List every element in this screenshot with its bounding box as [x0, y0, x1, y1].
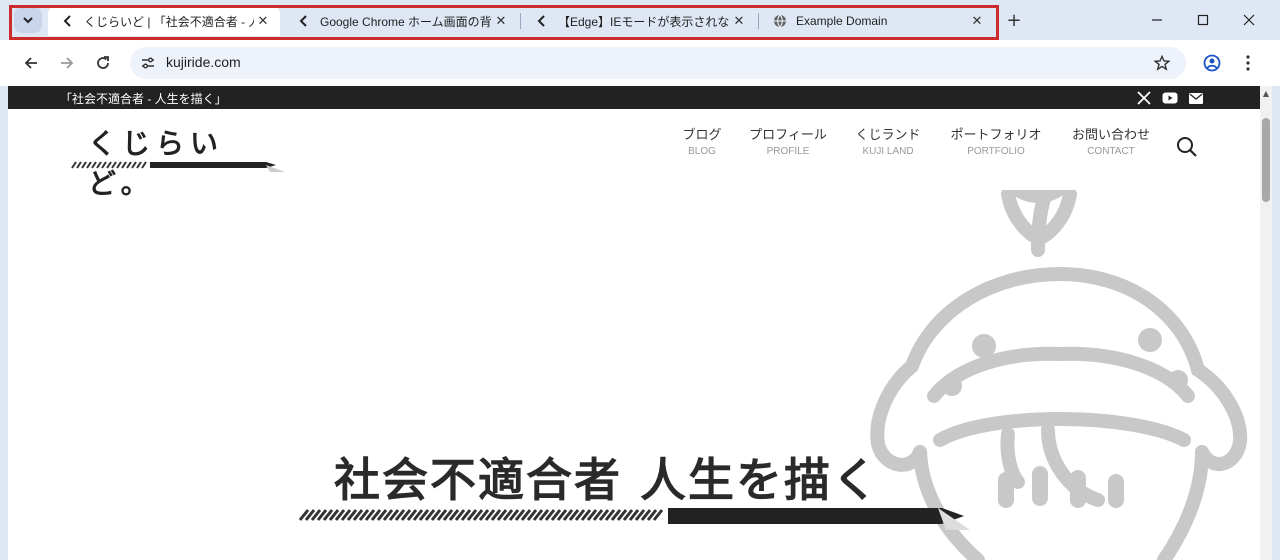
x-icon[interactable]	[1136, 90, 1152, 106]
new-tab-button[interactable]: +	[1004, 10, 1024, 31]
nav-label: プロフィール	[749, 128, 827, 143]
nav-sublabel: PORTFOLIO	[967, 146, 1025, 157]
nav-label: ポートフォリオ	[950, 128, 1042, 143]
arrow-left-icon	[24, 57, 37, 69]
maximize-button[interactable]	[1180, 8, 1226, 32]
tab-edge-ie-mode[interactable]: 【Edge】IEモードが表示されない・再起動 ✕	[522, 6, 756, 36]
site-logo[interactable]: くじらいど。	[70, 122, 290, 200]
close-icon[interactable]: ✕	[492, 12, 510, 30]
close-window-button[interactable]	[1226, 8, 1272, 32]
tab-separator	[520, 13, 521, 29]
scrollbar-thumb[interactable]	[1262, 118, 1270, 202]
tab-chrome-background[interactable]: Google Chrome ホーム画面の背景 ✕	[284, 6, 518, 36]
site-topbar: 「社会不適合者 - 人生を描く」	[8, 86, 1260, 109]
maximize-icon	[1197, 14, 1209, 26]
nav-item-contact[interactable]: お問い合わせ CONTACT	[1064, 124, 1158, 157]
chevron-left-icon	[60, 13, 76, 29]
youtube-icon[interactable]	[1162, 90, 1178, 106]
close-icon[interactable]: ✕	[254, 12, 272, 30]
chevron-left-icon	[296, 13, 312, 29]
chevron-left-icon	[534, 13, 550, 29]
reload-button[interactable]	[91, 51, 115, 75]
minimize-icon	[1152, 19, 1162, 21]
url-text[interactable]: kujiride.com	[166, 54, 241, 70]
nav-label: ブログ	[682, 128, 722, 143]
nav-sublabel: KUJI LAND	[862, 146, 914, 157]
back-button[interactable]	[19, 51, 43, 75]
nav-sublabel: PROFILE	[766, 146, 810, 157]
reload-icon	[97, 56, 109, 69]
site-search-button[interactable]	[1176, 136, 1200, 160]
globe-icon	[772, 13, 788, 29]
profile-icon	[1203, 54, 1221, 72]
tab-strip: くじらいど | 「社会不適合者 - 人生を描く」 ✕ Google Chrome…	[0, 0, 1280, 40]
menu-button[interactable]	[1236, 51, 1260, 75]
hero-section: 社会不適合者 人生を描く	[8, 190, 1260, 560]
scroll-up-icon[interactable]: ▲	[1262, 90, 1270, 98]
logo-underline	[71, 161, 285, 172]
arrow-right-icon	[61, 57, 74, 69]
hero-title: 社会不適合者 人生を描く	[334, 453, 881, 507]
nav-sublabel: CONTACT	[1087, 146, 1135, 157]
more-vert-icon	[1246, 55, 1250, 71]
nav-item-portfolio[interactable]: ポートフォリオ PORTFOLIO	[942, 124, 1050, 157]
nav-item-kuji-land[interactable]: くじランド KUJI LAND	[850, 124, 926, 157]
nav-sublabel: BLOG	[688, 146, 716, 157]
nav-label: くじランド	[855, 128, 921, 143]
forward-button[interactable]	[55, 51, 79, 75]
tab-example-domain[interactable]: Example Domain ✕	[760, 6, 994, 36]
close-icon[interactable]: ✕	[968, 12, 986, 30]
tab-title: Example Domain	[796, 14, 888, 28]
tab-search-button[interactable]	[14, 7, 42, 33]
search-icon	[1177, 137, 1197, 157]
profile-button[interactable]	[1200, 51, 1224, 75]
bookmark-star-icon[interactable]	[1152, 53, 1172, 73]
site-info-icon[interactable]	[136, 51, 160, 75]
tab-kujiride[interactable]: くじらいど | 「社会不適合者 - 人生を描く」 ✕	[48, 6, 280, 36]
browser-toolbar: kujiride.com	[0, 40, 1280, 86]
nav-label: お問い合わせ	[1071, 128, 1150, 143]
mail-icon[interactable]	[1188, 90, 1204, 106]
tab-title: くじらいど | 「社会不適合者 - 人生を描く」	[84, 14, 254, 29]
tab-title: 【Edge】IEモードが表示されない・再起動	[558, 14, 730, 29]
web-content: 「社会不適合者 - 人生を描く」 くじらいど。 ブログ BLOG プロフィール …	[8, 86, 1272, 560]
close-icon[interactable]: ✕	[730, 12, 748, 30]
chevron-down-icon	[23, 17, 33, 24]
page-scrollbar[interactable]: ▲	[1260, 86, 1272, 560]
nav-item-profile[interactable]: プロフィール PROFILE	[742, 124, 834, 157]
nav-item-blog[interactable]: ブログ BLOG	[676, 124, 728, 157]
site-tagline: 「社会不適合者 - 人生を描く」	[60, 92, 227, 106]
address-bar[interactable]: kujiride.com	[130, 47, 1186, 79]
minimize-button[interactable]	[1134, 8, 1180, 32]
tab-title: Google Chrome ホーム画面の背景	[320, 14, 492, 29]
tab-separator	[758, 13, 759, 29]
close-icon	[1243, 14, 1255, 26]
